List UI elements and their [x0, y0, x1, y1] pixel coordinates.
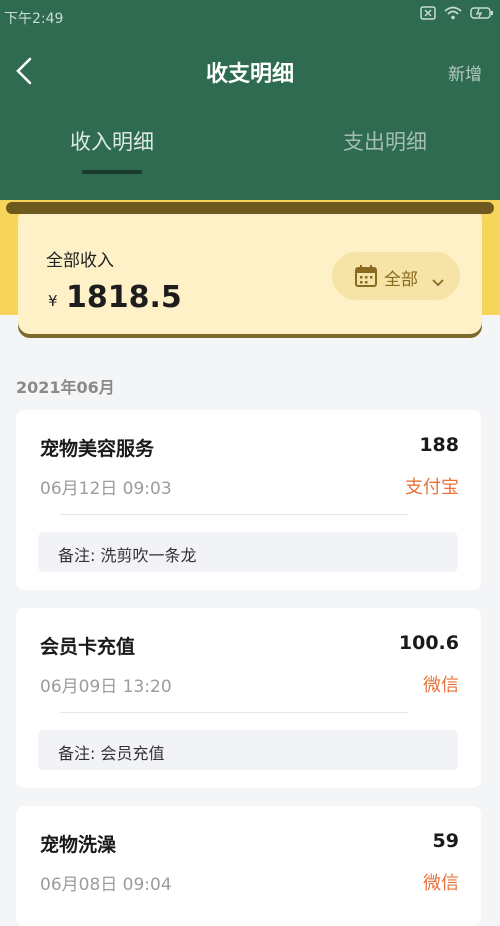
divider — [60, 712, 408, 713]
record-payment-channel: 微信 — [423, 873, 459, 894]
income-record[interactable]: 宠物洗澡 59 06月08日 09:04 微信 — [16, 806, 481, 926]
currency-symbol: ¥ — [48, 292, 58, 310]
record-time: 06月09日 13:20 — [40, 677, 172, 697]
record-time: 06月12日 09:03 — [40, 479, 172, 499]
record-amount: 59 — [432, 830, 459, 852]
tab-bar: 收入明细 支出明细 — [0, 118, 500, 178]
battery-icon — [470, 6, 494, 20]
income-summary-card: 全部收入 ¥ 1818.5 全部 — [6, 202, 494, 338]
record-note-text: 备注: 会员充值 — [58, 744, 165, 763]
navbar: 收支明细 新增 — [0, 46, 500, 96]
income-record[interactable]: 宠物美容服务 188 06月12日 09:03 支付宝 备注: 洗剪吹一条龙 — [16, 410, 481, 590]
date-filter-button[interactable]: 全部 — [332, 252, 460, 300]
record-title: 宠物美容服务 — [40, 438, 155, 460]
date-filter-label: 全部 — [384, 270, 418, 290]
close-box-icon — [420, 6, 436, 20]
page-title: 收支明细 — [205, 62, 294, 87]
record-title: 宠物洗澡 — [40, 834, 117, 856]
status-time: 下午2:49 — [4, 11, 64, 27]
record-time: 06月08日 09:04 — [40, 875, 172, 895]
status-icons — [420, 6, 494, 20]
header: 下午2:49 收支明细 新增 收入明细 支出明细 — [0, 0, 500, 210]
month-header: 2021年06月 — [16, 378, 115, 397]
record-payment-channel: 支付宝 — [405, 477, 459, 498]
record-title: 会员卡充值 — [40, 636, 136, 658]
summary-label: 全部收入 — [46, 251, 114, 271]
tab-expense[interactable]: 支出明细 — [285, 126, 485, 156]
status-bar: 下午2:49 — [0, 0, 500, 32]
tab-income[interactable]: 收入明细 — [12, 126, 212, 156]
chevron-down-icon — [432, 272, 444, 291]
income-record[interactable]: 会员卡充值 100.6 06月09日 13:20 微信 备注: 会员充值 — [16, 608, 481, 788]
record-note: 备注: 会员充值 — [38, 730, 458, 770]
total-income-amount: 1818.5 — [66, 280, 182, 315]
record-payment-channel: 微信 — [423, 675, 459, 696]
tab-active-indicator — [82, 170, 142, 174]
record-note: 备注: 洗剪吹一条龙 — [38, 532, 458, 572]
record-amount: 100.6 — [398, 632, 459, 654]
calendar-icon — [354, 264, 378, 292]
divider — [60, 514, 408, 515]
add-button[interactable]: 新增 — [448, 60, 482, 85]
record-note-text: 备注: 洗剪吹一条龙 — [58, 546, 197, 565]
wifi-icon — [444, 6, 462, 20]
record-amount: 188 — [419, 434, 459, 456]
